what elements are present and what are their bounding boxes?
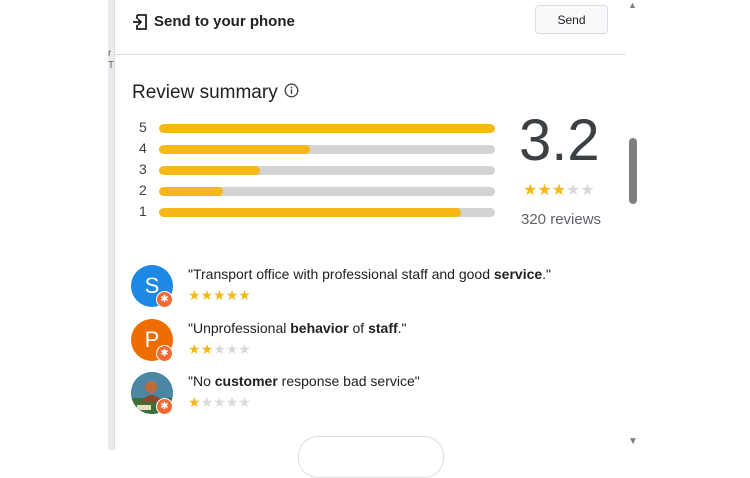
review-keyword: behavior [290,320,349,336]
star-filled-icon: ★ [523,182,538,199]
rating-bar-row[interactable]: 4 [139,140,495,156]
review-text: "Unprofessional [188,320,291,336]
star-filled-icon: ★ [213,287,226,303]
rating-bar-track [159,145,495,154]
rating-bar-track [159,124,495,133]
rating-bar-row[interactable]: 5 [139,119,495,135]
reviews-count-link[interactable]: 320 reviews [521,211,601,228]
star-empty-icon: ★ [566,182,581,199]
send-to-phone-icon [133,14,147,30]
review-quote: "No customer response bad service" [188,373,420,389]
send-button[interactable]: Send [535,5,608,34]
review-summary-title: Review summary [132,82,278,103]
review-quote: "Transport office with professional staf… [188,266,551,282]
rating-bar-track [159,208,495,217]
scroll-up-arrow-icon[interactable]: ▲ [628,0,637,10]
info-icon[interactable] [284,83,299,98]
local-guide-badge-icon: ✱ [156,345,173,362]
star-filled-icon: ★ [200,287,214,303]
more-reviews-button[interactable] [298,436,444,478]
rating-bar-label: 3 [139,161,147,177]
star-empty-icon: ★ [213,394,226,410]
review-snippet[interactable]: P ✱ "Unprofessional behavior of staff." ★★★… [131,319,611,365]
rating-bar-label: 1 [139,203,147,219]
rating-bar-fill [159,187,223,196]
review-text: of [348,320,369,336]
star-empty-icon: ★ [213,341,226,357]
star-filled-icon: ★ [238,287,251,303]
rating-bar-row[interactable]: 3 [139,161,495,177]
review-keyword: service [493,266,543,282]
star-empty-icon: ★ [238,394,251,410]
review-snippet[interactable]: S ✱ "Transport office with professional st… [131,265,611,311]
star-filled-icon: ★ [225,287,239,303]
review-stars: ★★★★★ [188,394,251,411]
review-text: ." [542,266,552,282]
rating-bar-fill [159,166,260,175]
star-empty-icon: ★ [200,394,214,410]
star-filled-icon: ★ [537,182,552,199]
rating-bar-fill [159,124,495,133]
scroll-down-arrow-icon[interactable]: ▼ [628,436,638,447]
average-rating: 3.2 [519,108,600,173]
local-guide-badge-icon: ✱ [156,398,173,415]
scrollbar-thumb[interactable] [629,138,637,204]
rating-bar-row[interactable]: 2 [139,182,495,198]
review-text: "No [188,373,215,389]
rating-bar-track [159,187,495,196]
send-to-phone-label: Send to your phone [154,13,295,30]
review-quote: "Unprofessional behavior of staff." [188,320,407,336]
local-guide-badge-icon: ✱ [156,291,173,308]
review-text: "Transport office with professional staf… [188,266,494,282]
rating-bar-label: 2 [139,182,147,198]
review-stars: ★★★★★ [188,341,251,358]
review-text: ." [397,320,407,336]
star-empty-icon: ★ [238,341,251,357]
rating-bar-row[interactable]: 1 [139,203,495,219]
send-to-phone-row[interactable]: Send to your phone Send [115,0,626,55]
review-keyword: staff [368,320,398,336]
rating-bar-label: 5 [139,119,147,135]
rating-bar-label: 4 [139,140,147,156]
star-filled-icon: ★ [551,182,567,199]
review-keyword: customer [214,373,278,389]
star-empty-icon: ★ [225,341,239,357]
rating-bar-track [159,166,495,175]
map-label: r [108,48,112,59]
scrollbar-track[interactable] [626,0,640,450]
star-empty-icon: ★ [225,394,239,410]
star-filled-icon: ★ [188,394,201,410]
average-rating-stars: ★★★★★ [523,180,595,200]
rating-bar-fill [159,208,462,217]
star-filled-icon: ★ [200,341,214,357]
review-text: response bad service" [277,373,420,389]
rating-bar-fill [159,145,311,154]
place-details-panel: Send to your phone Send Review summary 5… [114,0,626,478]
review-snippet[interactable]: ✱ "No customer response bad service" ★★★★★ [131,372,611,418]
star-filled-icon: ★ [188,341,201,357]
star-empty-icon: ★ [580,182,595,199]
review-stars: ★★★★★ [188,287,251,304]
star-filled-icon: ★ [188,287,201,303]
